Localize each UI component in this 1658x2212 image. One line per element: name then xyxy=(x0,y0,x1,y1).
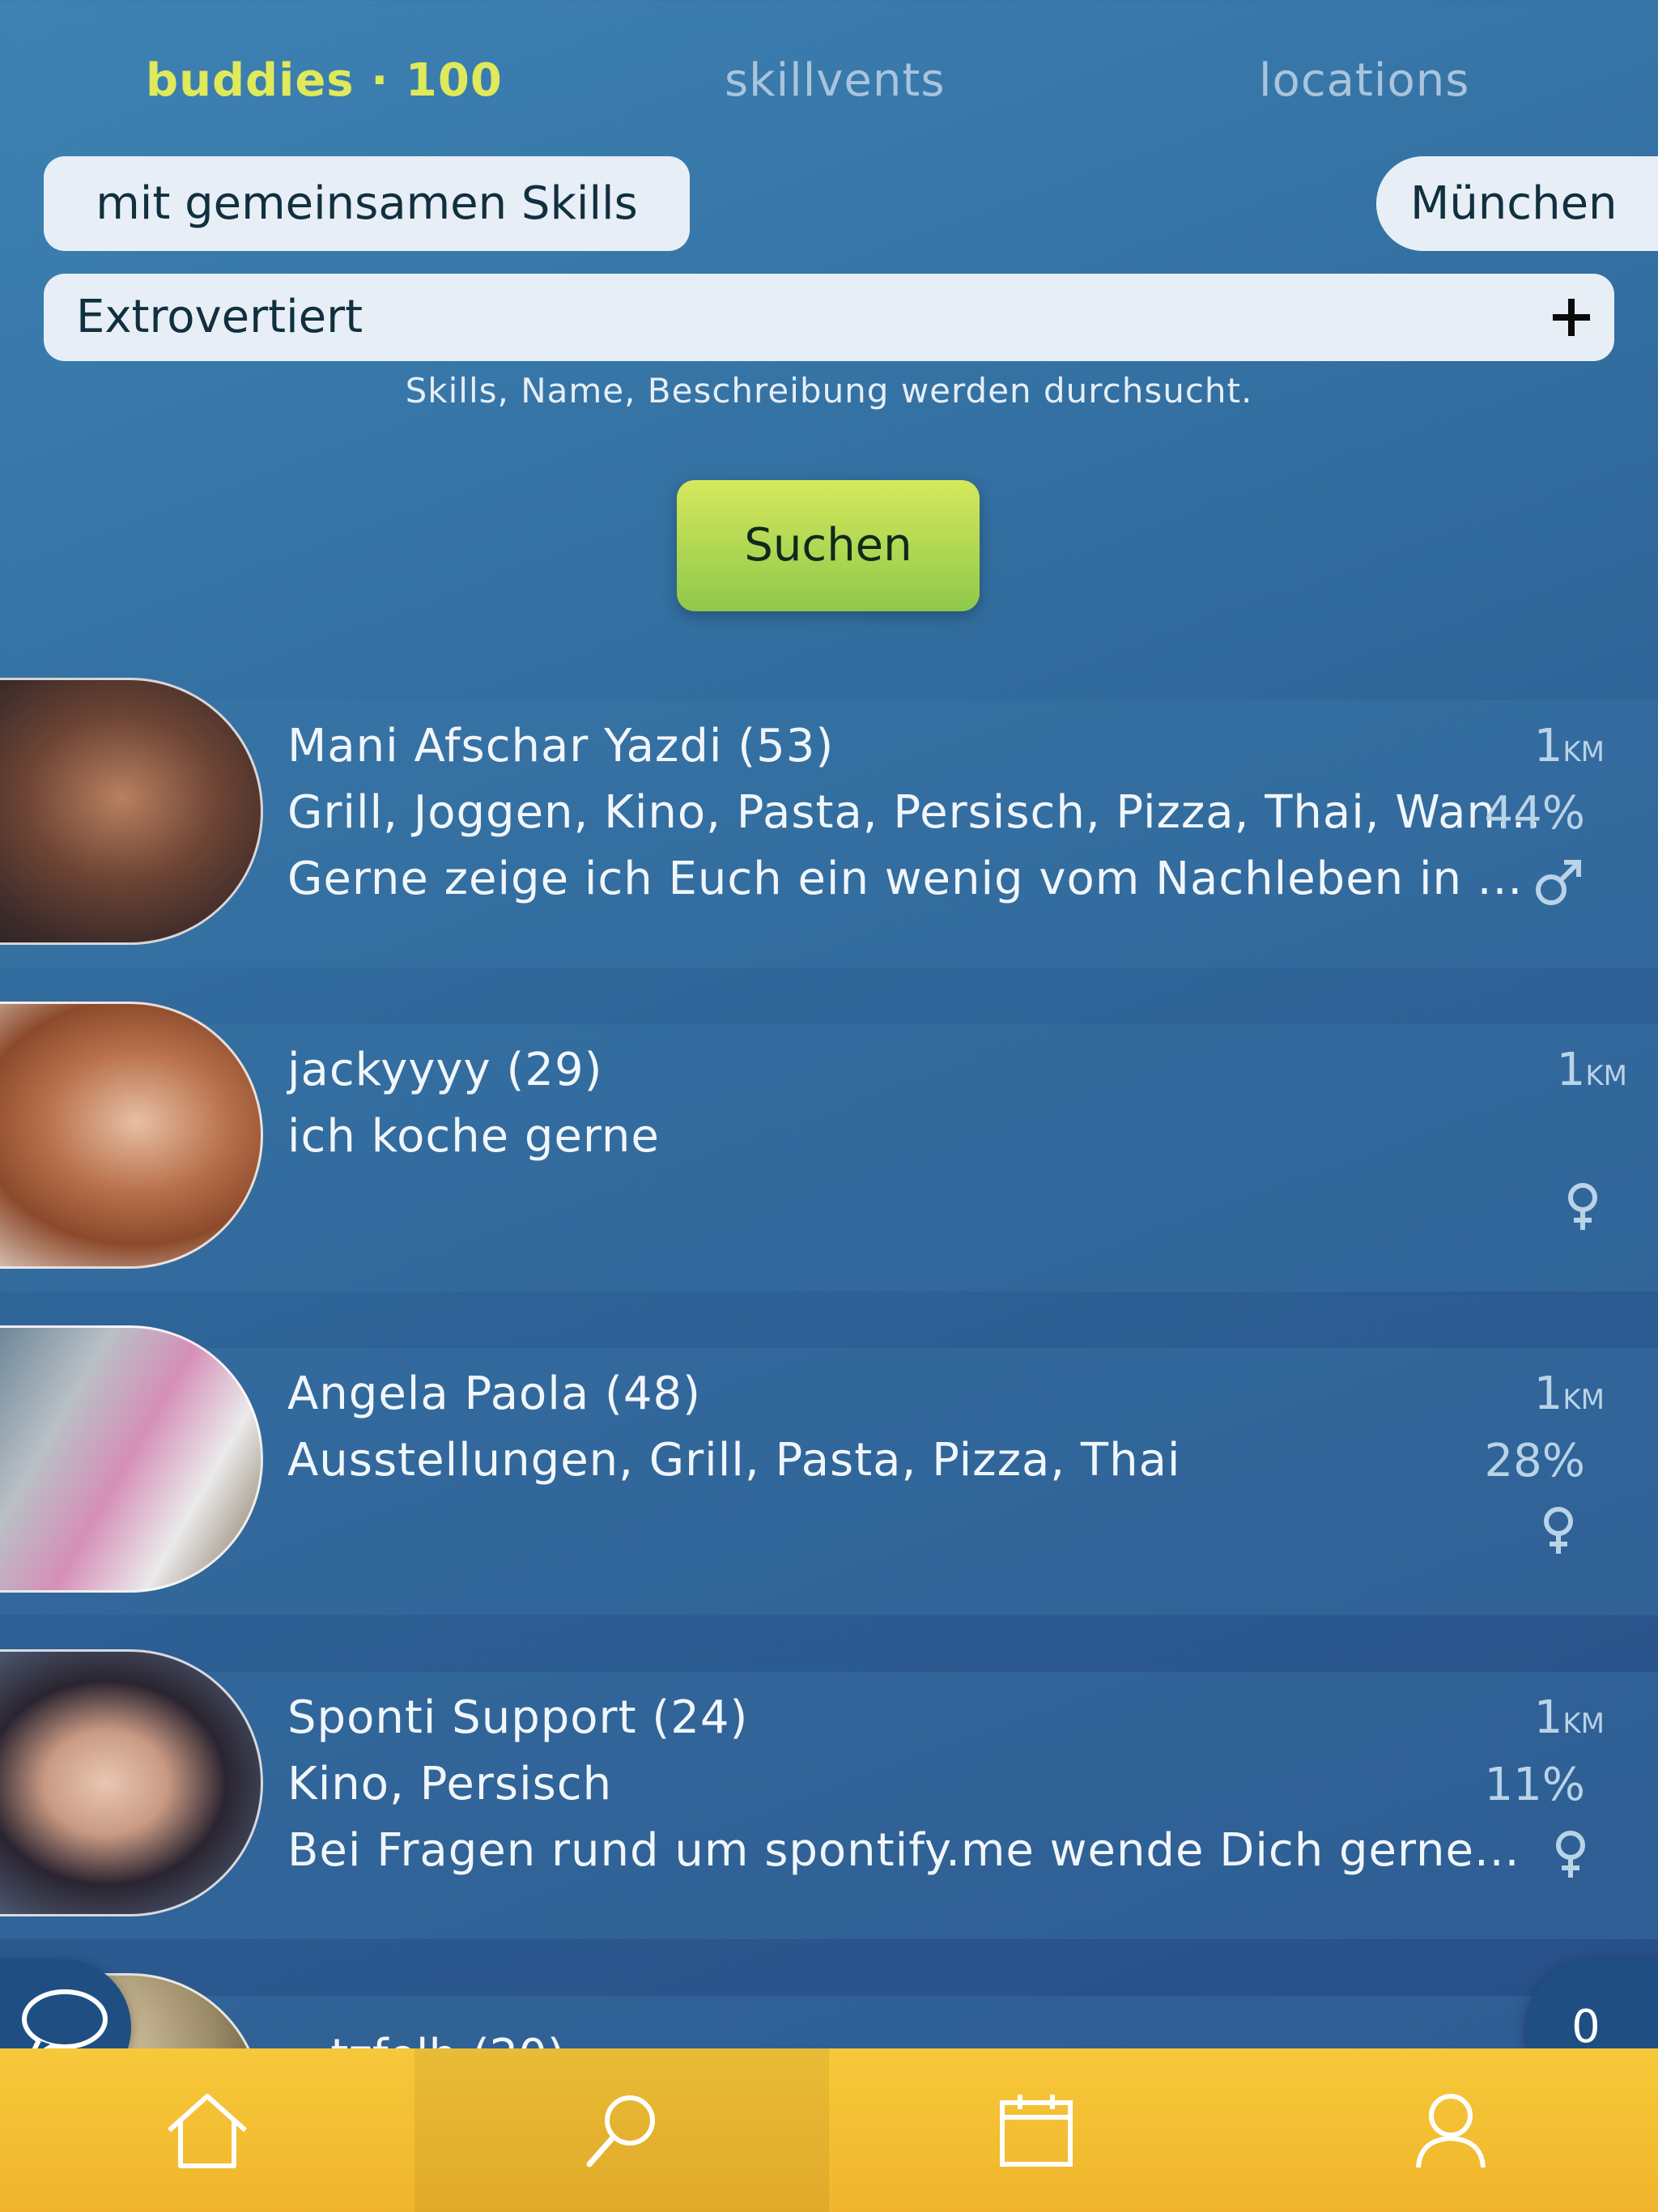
search-hint: Skills, Name, Beschreibung werden durchs… xyxy=(405,371,1253,410)
avatar xyxy=(0,1649,263,1916)
result-skills: Kino, Persisch xyxy=(287,1758,613,1810)
result-skills: Grill, Joggen, Kino, Pasta, Persisch, Pi… xyxy=(287,786,1542,839)
city-filter-chip[interactable]: München xyxy=(1376,156,1658,251)
female-icon xyxy=(1556,1831,1585,1878)
avatar xyxy=(0,1002,263,1269)
tab-locations[interactable]: locations xyxy=(1259,45,1469,117)
distance: 1KM xyxy=(1533,720,1605,772)
calendar-icon xyxy=(1000,2095,1073,2167)
distance: 1KM xyxy=(1533,1691,1605,1744)
search-input[interactable]: Extrovertiert xyxy=(44,274,1614,361)
top-tabs: buddies · 100 skillvents locations xyxy=(0,45,1658,117)
nav-search[interactable] xyxy=(414,2048,829,2212)
nav-calendar[interactable] xyxy=(829,2048,1244,2212)
tab-buddies[interactable]: buddies · 100 xyxy=(146,45,503,117)
plus-icon[interactable] xyxy=(1550,296,1593,339)
female-icon xyxy=(1544,1507,1573,1554)
male-icon xyxy=(1536,860,1581,905)
skills-filter-chip[interactable]: mit gemeinsamen Skills xyxy=(44,156,690,251)
tab-skillvents[interactable]: skillvents xyxy=(725,45,946,117)
avatar xyxy=(0,1325,263,1593)
avatar xyxy=(0,678,263,945)
home-icon xyxy=(168,2094,247,2168)
distance: 1KM xyxy=(1556,1044,1627,1096)
result-name: Sponti Support (24) xyxy=(287,1691,749,1744)
result-skills: ich koche gerne xyxy=(287,1110,660,1163)
female-icon xyxy=(1568,1183,1597,1230)
nav-profile[interactable] xyxy=(1244,2048,1658,2212)
distance: 1KM xyxy=(1533,1368,1605,1420)
match-percent: 44% xyxy=(1484,787,1585,840)
bottom-nav xyxy=(0,2048,1658,2212)
result-skills: Ausstellungen, Grill, Pasta, Pizza, Thai xyxy=(287,1434,1181,1487)
profile-icon xyxy=(1416,2094,1486,2168)
result-description: Bei Fragen rund um spontify.me wende Dic… xyxy=(287,1824,1520,1877)
result-name: Angela Paola (48) xyxy=(287,1368,701,1420)
search-input-value: Extrovertiert xyxy=(76,291,363,343)
nav-home[interactable] xyxy=(0,2048,414,2212)
result-description: Gerne zeige ich Euch ein wenig vom Nachl… xyxy=(287,853,1524,905)
result-name: Mani Afschar Yazdi (53) xyxy=(287,720,835,772)
search-icon xyxy=(586,2095,655,2167)
result-name: jackyyyy (29) xyxy=(287,1044,603,1096)
match-percent: 28% xyxy=(1484,1435,1585,1487)
match-percent: 11% xyxy=(1484,1759,1585,1811)
search-button[interactable]: Suchen xyxy=(677,480,980,611)
